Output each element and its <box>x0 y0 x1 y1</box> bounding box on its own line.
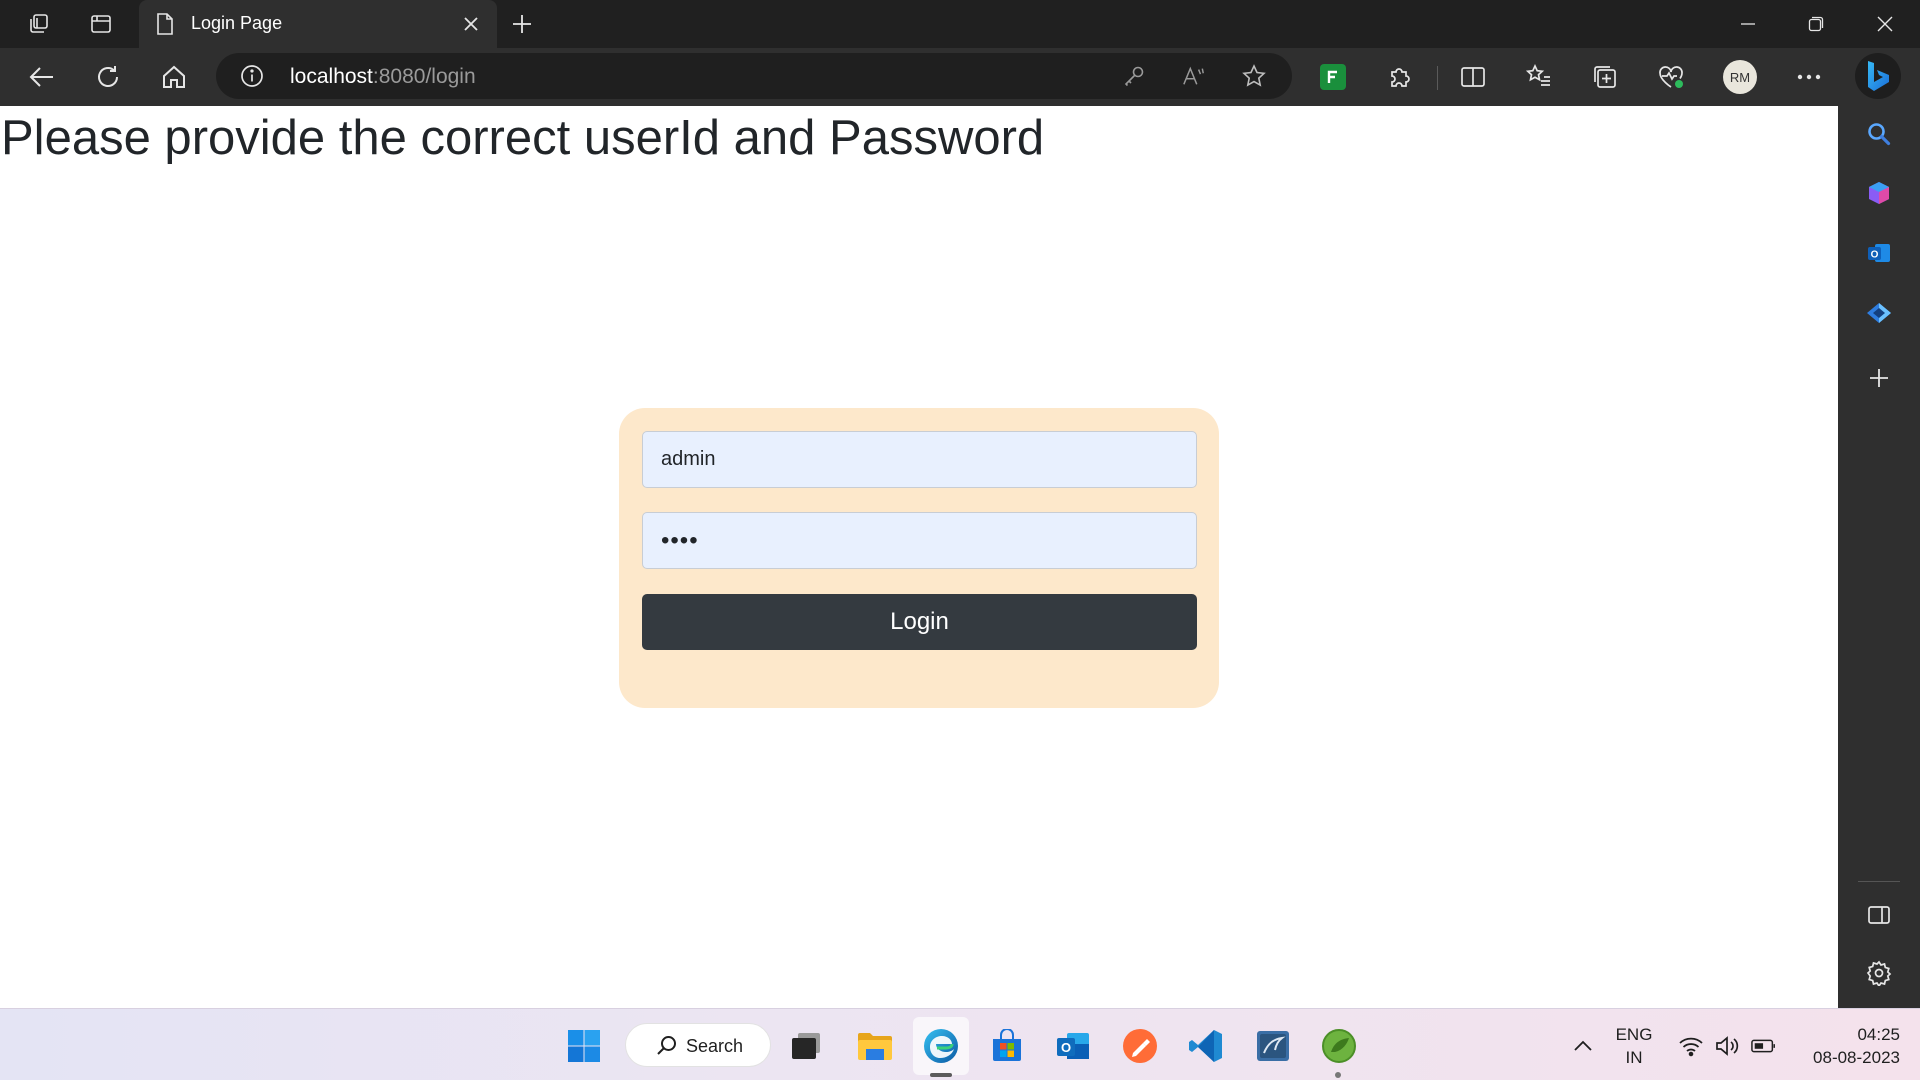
search-label: Search <box>686 1036 744 1056</box>
microsoft-store-icon[interactable] <box>988 1027 1026 1065</box>
windows-start-icon[interactable] <box>565 1027 603 1065</box>
copilot-icon[interactable] <box>1865 179 1893 207</box>
collections-icon[interactable] <box>1591 63 1619 91</box>
task-view-icon[interactable] <box>787 1027 825 1065</box>
favorite-star-icon[interactable] <box>1242 64 1266 88</box>
login-form: Login <box>619 408 1219 708</box>
tab-login-page[interactable]: Login Page <box>139 0 497 48</box>
show-hidden-icons-chevron-up-icon[interactable] <box>1570 1033 1596 1059</box>
file-explorer-icon[interactable] <box>856 1027 894 1065</box>
address-host: localhost <box>290 65 373 88</box>
site-info-icon[interactable] <box>240 64 264 93</box>
wifi-icon[interactable] <box>1678 1033 1704 1059</box>
tab-actions-icon[interactable] <box>89 12 113 36</box>
home-icon[interactable] <box>160 63 188 91</box>
close-window-icon[interactable] <box>1863 8 1907 40</box>
close-tab-icon[interactable] <box>459 12 483 36</box>
svg-text:O: O <box>1061 1040 1071 1055</box>
username-input[interactable] <box>642 431 1197 488</box>
more-options-icon[interactable] <box>1795 63 1823 91</box>
restore-icon[interactable] <box>1794 8 1838 40</box>
search-icon <box>656 1034 678 1061</box>
password-input[interactable] <box>642 512 1197 569</box>
spring-tool-suite-icon[interactable] <box>1320 1027 1358 1065</box>
page-heading: Please provide the correct userId and Pa… <box>1 111 1045 165</box>
browser-title-bar: Login Page <box>0 0 1920 48</box>
profile-avatar[interactable]: RM <box>1723 60 1757 94</box>
clock-time: 04:25 <box>1857 1025 1900 1044</box>
language-code: ENG <box>1615 1025 1653 1044</box>
edge-sidebar: O <box>1838 106 1920 1008</box>
add-sidebar-app-icon[interactable] <box>1865 364 1893 392</box>
mysql-workbench-icon[interactable] <box>1254 1027 1292 1065</box>
page-content: Please provide the correct userId and Pa… <box>0 106 1838 1008</box>
outlook-icon[interactable]: O <box>1865 239 1893 267</box>
extensions-puzzle-icon[interactable] <box>1386 63 1414 91</box>
sidebar-separator <box>1858 881 1900 882</box>
settings-gear-icon[interactable] <box>1865 959 1893 987</box>
refresh-icon[interactable] <box>94 63 122 91</box>
browser-essentials-icon[interactable] <box>1657 63 1685 91</box>
browser-toolbar: localhost:8080/login RM <box>0 48 1920 106</box>
tab-title: Login Page <box>191 13 283 33</box>
clock-date: 08-08-2023 <box>1813 1048 1900 1067</box>
hide-sidebar-icon[interactable] <box>1865 901 1893 929</box>
back-arrow-icon[interactable] <box>28 63 56 91</box>
toolbar-separator <box>1437 66 1438 90</box>
address-path: :8080/login <box>372 65 476 88</box>
address-bar[interactable]: localhost:8080/login <box>216 53 1292 99</box>
edge-browser-icon[interactable] <box>922 1027 960 1065</box>
password-key-icon[interactable] <box>1122 64 1146 88</box>
clock[interactable]: 04:25 08-08-2023 <box>1792 1023 1900 1069</box>
windows-taskbar: Search O ENG IN 04:25 08-08-2023 <box>0 1008 1920 1080</box>
active-app-indicator <box>930 1073 952 1077</box>
search-icon[interactable] <box>1865 120 1893 148</box>
volume-icon[interactable] <box>1714 1033 1740 1059</box>
running-app-indicator <box>1335 1072 1341 1078</box>
new-tab-icon[interactable] <box>510 12 534 36</box>
read-aloud-icon[interactable] <box>1182 64 1206 88</box>
vscode-icon[interactable] <box>1187 1027 1225 1065</box>
svg-text:O: O <box>1871 250 1879 261</box>
taskbar-search[interactable]: Search <box>625 1023 771 1067</box>
outlook-taskbar-icon[interactable]: O <box>1054 1027 1092 1065</box>
minimize-icon[interactable] <box>1726 8 1770 40</box>
input-language-indicator[interactable]: ENG IN <box>1612 1023 1656 1069</box>
address-url[interactable]: localhost:8080/login <box>290 65 476 89</box>
workspaces-icon[interactable] <box>27 12 51 36</box>
battery-icon[interactable] <box>1751 1033 1777 1059</box>
favorites-icon[interactable] <box>1525 63 1553 91</box>
login-button[interactable]: Login <box>642 594 1197 650</box>
postman-icon[interactable] <box>1121 1027 1159 1065</box>
page-icon <box>154 12 176 41</box>
drop-icon[interactable] <box>1865 299 1893 327</box>
region-code: IN <box>1625 1048 1643 1067</box>
extension-green-icon[interactable] <box>1320 64 1346 90</box>
split-screen-icon[interactable] <box>1459 63 1487 91</box>
copilot-bing-icon[interactable] <box>1855 53 1901 99</box>
